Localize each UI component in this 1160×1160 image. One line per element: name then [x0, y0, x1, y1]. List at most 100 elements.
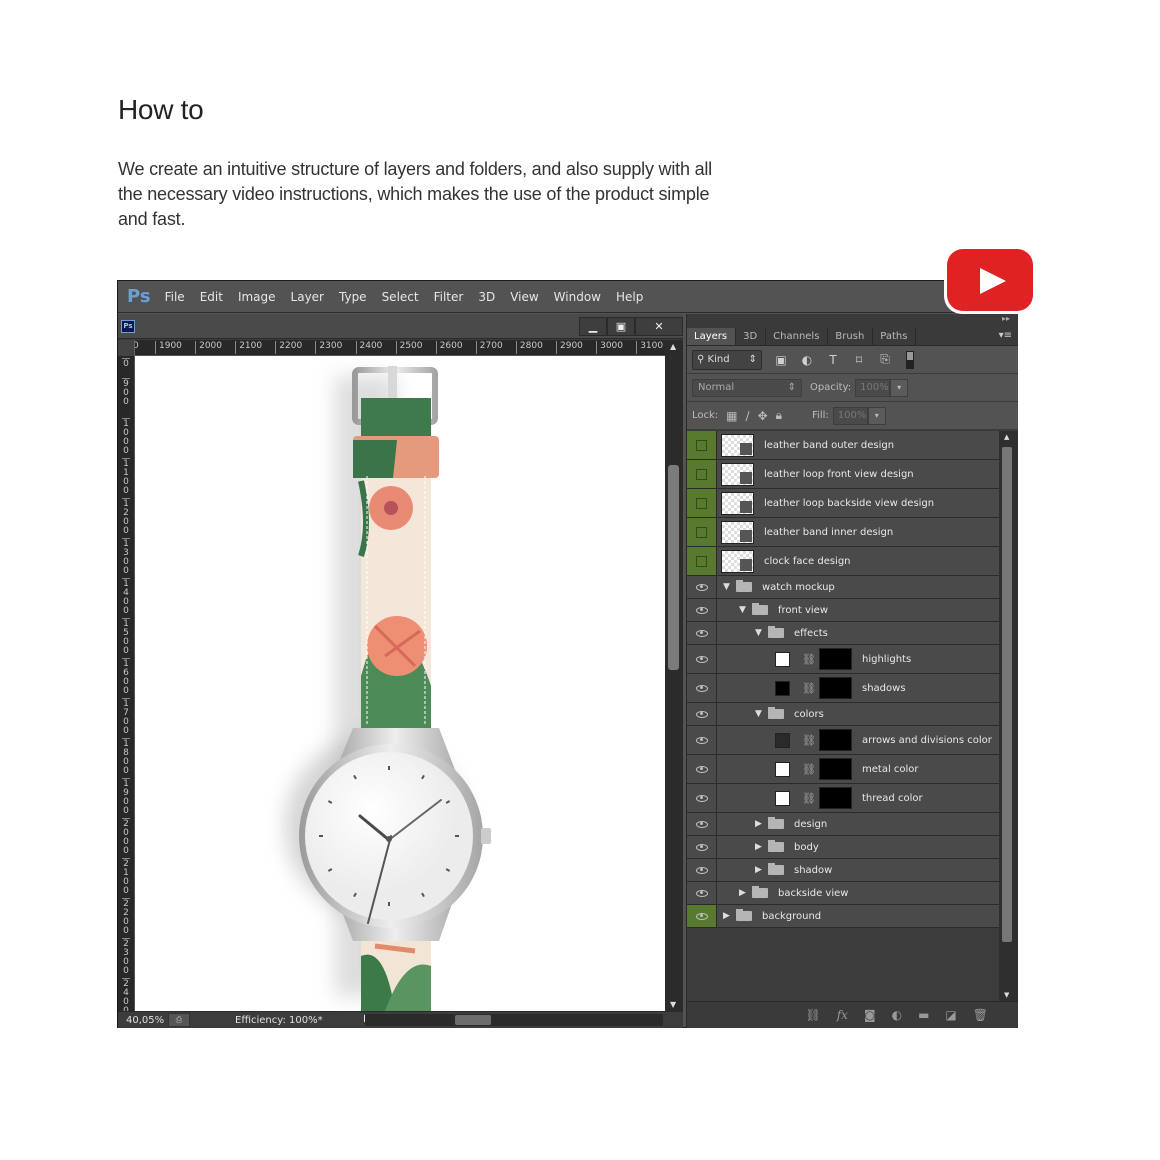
link-chain-icon[interactable]: ⛓ — [802, 792, 816, 805]
scroll-down-arrow-icon[interactable]: ▼ — [1004, 991, 1009, 999]
visibility-toggle[interactable] — [687, 460, 717, 488]
export-icon[interactable]: ⎙ — [168, 1013, 190, 1027]
kind-filter-select[interactable]: ⚲ Kind ⇕ — [692, 349, 762, 370]
layer-row[interactable]: leather loop front view design — [687, 460, 999, 489]
collapse-panel-icon[interactable]: ▸▸ — [687, 314, 1018, 328]
panel-menu-icon[interactable]: ▾≡ — [999, 330, 1012, 341]
visibility-toggle[interactable] — [687, 547, 717, 575]
expand-right-icon[interactable]: ▶ — [755, 819, 765, 829]
layers-scroll-thumb[interactable] — [1002, 447, 1012, 942]
menu-select[interactable]: Select — [382, 290, 419, 304]
folder-icon[interactable]: ▬ — [918, 1008, 929, 1022]
link-icon[interactable]: ⛓ — [805, 1008, 820, 1022]
layer-row[interactable]: leather band outer design — [687, 431, 999, 460]
fill-swatch[interactable] — [775, 680, 790, 696]
layer-row[interactable]: ⛓ shadows — [687, 674, 999, 703]
expand-down-icon[interactable]: ▼ — [755, 709, 765, 719]
visibility-toggle[interactable] — [687, 622, 717, 644]
tab-3d[interactable]: 3D — [736, 328, 767, 345]
mask-icon[interactable]: ◙ — [864, 1008, 876, 1022]
layer-row[interactable]: ▼ colors — [687, 703, 999, 726]
layer-row[interactable]: ▶ body — [687, 836, 999, 859]
adjustment-icon[interactable]: ◐ — [892, 1008, 902, 1022]
trash-icon[interactable]: 🗑︎ — [973, 1008, 988, 1022]
lock-brush-icon[interactable]: ∕ — [746, 409, 750, 423]
lock-move-icon[interactable]: ✥ — [758, 409, 768, 423]
zoom-level[interactable]: 40,05% — [118, 1015, 168, 1026]
fill-swatch[interactable] — [775, 732, 790, 748]
opacity-dropdown-icon[interactable]: ▾ — [890, 378, 909, 397]
layer-mask-thumbnail[interactable] — [819, 729, 852, 751]
fill-dropdown-icon[interactable]: ▾ — [867, 406, 886, 425]
layer-mask-thumbnail[interactable] — [819, 758, 852, 780]
scroll-thumb[interactable] — [668, 465, 679, 670]
fill-swatch[interactable] — [775, 761, 790, 777]
filter-toggle[interactable] — [906, 350, 914, 369]
visibility-toggle[interactable] — [687, 726, 717, 754]
menu-3d[interactable]: 3D — [478, 290, 495, 304]
menu-view[interactable]: View — [510, 290, 538, 304]
expand-down-icon[interactable]: ▼ — [723, 582, 733, 592]
layer-row[interactable]: leather band inner design — [687, 518, 999, 547]
visibility-toggle[interactable] — [687, 813, 717, 835]
visibility-toggle[interactable] — [687, 882, 717, 904]
blend-mode-select[interactable]: Normal ⇕ — [692, 378, 802, 397]
expand-down-icon[interactable]: ▼ — [739, 605, 749, 615]
scroll-up-arrow-icon[interactable]: ▲ — [670, 342, 676, 351]
expand-right-icon[interactable]: ▶ — [723, 911, 733, 921]
visibility-toggle[interactable] — [687, 489, 717, 517]
shape-filter-icon[interactable]: ⌑ — [852, 353, 866, 367]
expand-right-icon[interactable]: ▶ — [739, 888, 749, 898]
expand-down-icon[interactable]: ▼ — [755, 628, 765, 638]
tab-paths[interactable]: Paths — [873, 328, 917, 345]
visibility-toggle[interactable] — [687, 836, 717, 858]
opacity-input[interactable]: 100% — [855, 378, 891, 397]
pixel-filter-icon[interactable]: ▣ — [774, 353, 788, 367]
close-button[interactable]: ✕ — [635, 317, 683, 336]
lock-transparency-icon[interactable]: ▦ — [726, 409, 737, 423]
scroll-down-arrow-icon[interactable]: ▼ — [670, 1000, 676, 1009]
layer-row[interactable]: ⛓ thread color — [687, 784, 999, 813]
menu-filter[interactable]: Filter — [434, 290, 464, 304]
tab-channels[interactable]: Channels — [766, 328, 829, 345]
fx-icon[interactable]: fx — [837, 1008, 848, 1022]
layer-row[interactable]: ▶ backside view — [687, 882, 999, 905]
layer-row[interactable]: ▼ watch mockup — [687, 576, 999, 599]
layer-row[interactable]: ▼ front view — [687, 599, 999, 622]
menu-help[interactable]: Help — [616, 290, 643, 304]
layer-row[interactable]: leather loop backside view design — [687, 489, 999, 518]
link-chain-icon[interactable]: ⛓ — [802, 682, 816, 695]
youtube-video-button[interactable] — [944, 246, 1036, 314]
visibility-toggle[interactable] — [687, 859, 717, 881]
expand-right-icon[interactable]: ▶ — [755, 865, 765, 875]
menu-layer[interactable]: Layer — [291, 290, 324, 304]
menu-window[interactable]: Window — [554, 290, 601, 304]
minimize-button[interactable]: ▁ — [579, 317, 607, 336]
link-chain-icon[interactable]: ⛓ — [802, 763, 816, 776]
adjustment-filter-icon[interactable]: ◐ — [800, 353, 814, 367]
canvas-vertical-scrollbar[interactable]: ▲ ▼ — [665, 340, 683, 1011]
hscroll-thumb[interactable] — [455, 1015, 491, 1025]
link-chain-icon[interactable]: ⛓ — [802, 653, 816, 666]
new-layer-icon[interactable]: ◪ — [945, 1008, 956, 1022]
layer-row[interactable]: ⛓ arrows and divisions color — [687, 726, 999, 755]
tab-layers[interactable]: Layers — [687, 328, 737, 345]
menu-type[interactable]: Type — [339, 290, 367, 304]
visibility-toggle[interactable] — [687, 431, 717, 459]
layer-row[interactable]: ⛓ highlights — [687, 645, 999, 674]
visibility-toggle[interactable] — [687, 645, 717, 673]
layers-scrollbar[interactable]: ▲ ▼ — [999, 431, 1018, 1001]
menu-edit[interactable]: Edit — [200, 290, 223, 304]
visibility-toggle[interactable] — [687, 576, 717, 598]
type-filter-icon[interactable]: T — [826, 353, 840, 367]
visibility-toggle[interactable] — [687, 755, 717, 783]
tab-brush[interactable]: Brush — [828, 328, 874, 345]
layer-row[interactable]: ▶ design — [687, 813, 999, 836]
fill-swatch[interactable] — [775, 651, 790, 667]
visibility-toggle[interactable] — [687, 518, 717, 546]
layer-mask-thumbnail[interactable] — [819, 787, 852, 809]
layer-row[interactable]: ▼ effects — [687, 622, 999, 645]
canvas-horizontal-scrollbar[interactable] — [365, 1014, 663, 1026]
menu-file[interactable]: File — [165, 290, 185, 304]
expand-right-icon[interactable]: ▶ — [755, 842, 765, 852]
